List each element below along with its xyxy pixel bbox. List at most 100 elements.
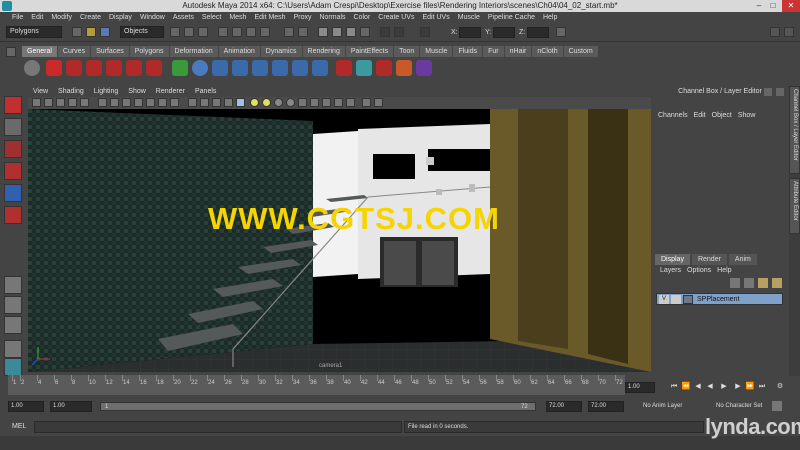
menu-normals[interactable]: Normals — [315, 12, 349, 23]
layer-tab-display[interactable]: Display — [655, 254, 690, 265]
render-current-frame-icon[interactable] — [318, 27, 328, 37]
step-forward-frame-icon[interactable]: ▶︎ — [733, 382, 743, 392]
shelf-tab-animation[interactable]: Animation — [218, 46, 260, 57]
rotate-tool-icon[interactable] — [4, 184, 22, 202]
channel-box-menu-edit[interactable]: Edit — [694, 111, 706, 121]
shelf-tab-nhair[interactable]: nHair — [504, 46, 532, 57]
viewport-menu-panels[interactable]: Panels — [190, 87, 221, 97]
menu-pipeline-cache[interactable]: Pipeline Cache — [484, 12, 539, 23]
tool-red-1-icon[interactable] — [66, 60, 82, 76]
render-tool-1-icon[interactable] — [336, 60, 352, 76]
hierarchy-1-icon[interactable] — [252, 60, 268, 76]
layer-tab-render[interactable]: Render — [691, 254, 727, 265]
layer-visibility-toggle[interactable]: V — [659, 295, 669, 304]
shelf-tab-fluids[interactable]: Fluids — [453, 46, 483, 57]
layer-menu-options[interactable]: Options — [687, 266, 711, 276]
wireframe-icon[interactable] — [188, 98, 197, 107]
tab-channel-box[interactable]: Channel Box / Layer Editor — [789, 86, 800, 174]
gate-mask-icon[interactable] — [134, 98, 143, 107]
viewport-menu-lighting[interactable]: Lighting — [89, 87, 124, 97]
menu-select[interactable]: Select — [198, 12, 225, 23]
layout-outliner-icon[interactable] — [4, 340, 22, 358]
shelf-tab-polygons[interactable]: Polygons — [129, 46, 169, 57]
x-field[interactable] — [459, 27, 481, 38]
camera-attributes-icon[interactable] — [44, 98, 53, 107]
field-chart-icon[interactable] — [146, 98, 155, 107]
new-layer-icon[interactable] — [758, 278, 768, 288]
tool-red-5-icon[interactable] — [146, 60, 162, 76]
shelf-tab-surfaces[interactable]: Surfaces — [91, 46, 129, 57]
snap-point-icon[interactable] — [246, 27, 256, 37]
snap-view-plane-icon[interactable] — [260, 27, 270, 37]
layer-move-down-icon[interactable] — [744, 278, 754, 288]
2d-pan-zoom-icon[interactable] — [80, 98, 89, 107]
shelf-tab-general[interactable]: General — [22, 46, 57, 57]
shelf-tab-muscle[interactable]: Muscle — [420, 46, 453, 57]
shelf-tab-painteffects[interactable]: PaintEffects — [345, 46, 394, 57]
viewport-menu-renderer[interactable]: Renderer — [151, 87, 190, 97]
xray-icon[interactable] — [224, 98, 233, 107]
new-scene-icon[interactable] — [72, 27, 82, 37]
menu-create-uvs[interactable]: Create UVs — [374, 12, 418, 23]
xray-joints-icon[interactable] — [346, 98, 355, 107]
layer-color-swatch[interactable] — [683, 295, 693, 304]
group-1-icon[interactable] — [212, 60, 228, 76]
step-back-frame-icon[interactable]: ◀︎ — [693, 382, 703, 392]
go-to-start-icon[interactable]: ⏮ — [669, 382, 679, 392]
channel-box-menu-show[interactable]: Show — [738, 111, 756, 121]
history-icon[interactable] — [284, 27, 294, 37]
close-button[interactable]: ✕ — [782, 0, 800, 12]
move-tool-icon[interactable] — [4, 162, 22, 180]
menu-file[interactable]: File — [8, 12, 27, 23]
motion-blur-icon[interactable] — [298, 98, 307, 107]
play-forward-icon[interactable]: ▶ — [719, 382, 729, 392]
use-all-lights-icon[interactable] — [262, 98, 271, 107]
open-scene-icon[interactable] — [86, 27, 96, 37]
layer-menu-help[interactable]: Help — [717, 266, 731, 276]
scale-tool-icon[interactable] — [4, 206, 22, 224]
select-by-object-icon[interactable] — [184, 27, 194, 37]
tool-red-4-icon[interactable] — [126, 60, 142, 76]
attribute-editor-toggle-icon[interactable] — [784, 27, 794, 37]
shelf-tab-custom[interactable]: Custom — [563, 46, 598, 57]
ipr-render-icon[interactable] — [332, 27, 342, 37]
layout-four-icon[interactable] — [4, 296, 22, 314]
wireframe-on-shaded-icon[interactable] — [212, 98, 221, 107]
camera-select-icon[interactable] — [32, 98, 41, 107]
snap-curve-icon[interactable] — [232, 27, 242, 37]
safe-action-icon[interactable] — [158, 98, 167, 107]
minimize-button[interactable]: – — [752, 0, 766, 12]
shelf-tab-rendering[interactable]: Rendering — [302, 46, 345, 57]
input-line-icon[interactable] — [380, 27, 390, 37]
grid-icon[interactable] — [98, 98, 107, 107]
layer-move-up-icon[interactable] — [730, 278, 740, 288]
resolution-gate-icon[interactable] — [122, 98, 131, 107]
menu-proxy[interactable]: Proxy — [290, 12, 316, 23]
animation-end-field[interactable]: 72.00 — [588, 401, 624, 412]
shelf-tab-ncloth[interactable]: nCloth — [532, 46, 563, 57]
viewport-menu-show[interactable]: Show — [123, 87, 151, 97]
sidebar-toggle-icon[interactable] — [556, 27, 566, 37]
menu-create[interactable]: Create — [76, 12, 105, 23]
bookmarks-icon[interactable] — [56, 98, 65, 107]
select-tool-icon[interactable] — [4, 96, 22, 114]
shelf-tab-curves[interactable]: Curves — [57, 46, 91, 57]
modeling-toolkit-icon[interactable] — [770, 27, 780, 37]
paint-tool-icon[interactable] — [172, 60, 188, 76]
hud-icon[interactable] — [374, 98, 383, 107]
high-quality-icon[interactable] — [362, 98, 371, 107]
group-2-icon[interactable] — [232, 60, 248, 76]
channel-box-menu-channels[interactable]: Channels — [658, 111, 688, 121]
step-back-key-icon[interactable]: ⏪ — [681, 382, 691, 392]
transform-mode-icon[interactable] — [394, 27, 404, 37]
new-layer-selected-icon[interactable] — [772, 278, 782, 288]
menu-modify[interactable]: Modify — [47, 12, 76, 23]
paint-select-tool-icon[interactable] — [4, 140, 22, 158]
perspective-viewport[interactable]: WWW.CGTSJ.COM camera1 — [28, 109, 651, 372]
render-tool-3-icon[interactable] — [376, 60, 392, 76]
select-by-hierarchy-icon[interactable] — [170, 27, 180, 37]
play-backward-icon[interactable]: ◀ — [705, 382, 715, 392]
range-slider[interactable]: 1 72 — [100, 402, 536, 411]
animation-start-field[interactable]: 1.00 — [8, 401, 44, 412]
viewport-menu-view[interactable]: View — [28, 87, 53, 97]
